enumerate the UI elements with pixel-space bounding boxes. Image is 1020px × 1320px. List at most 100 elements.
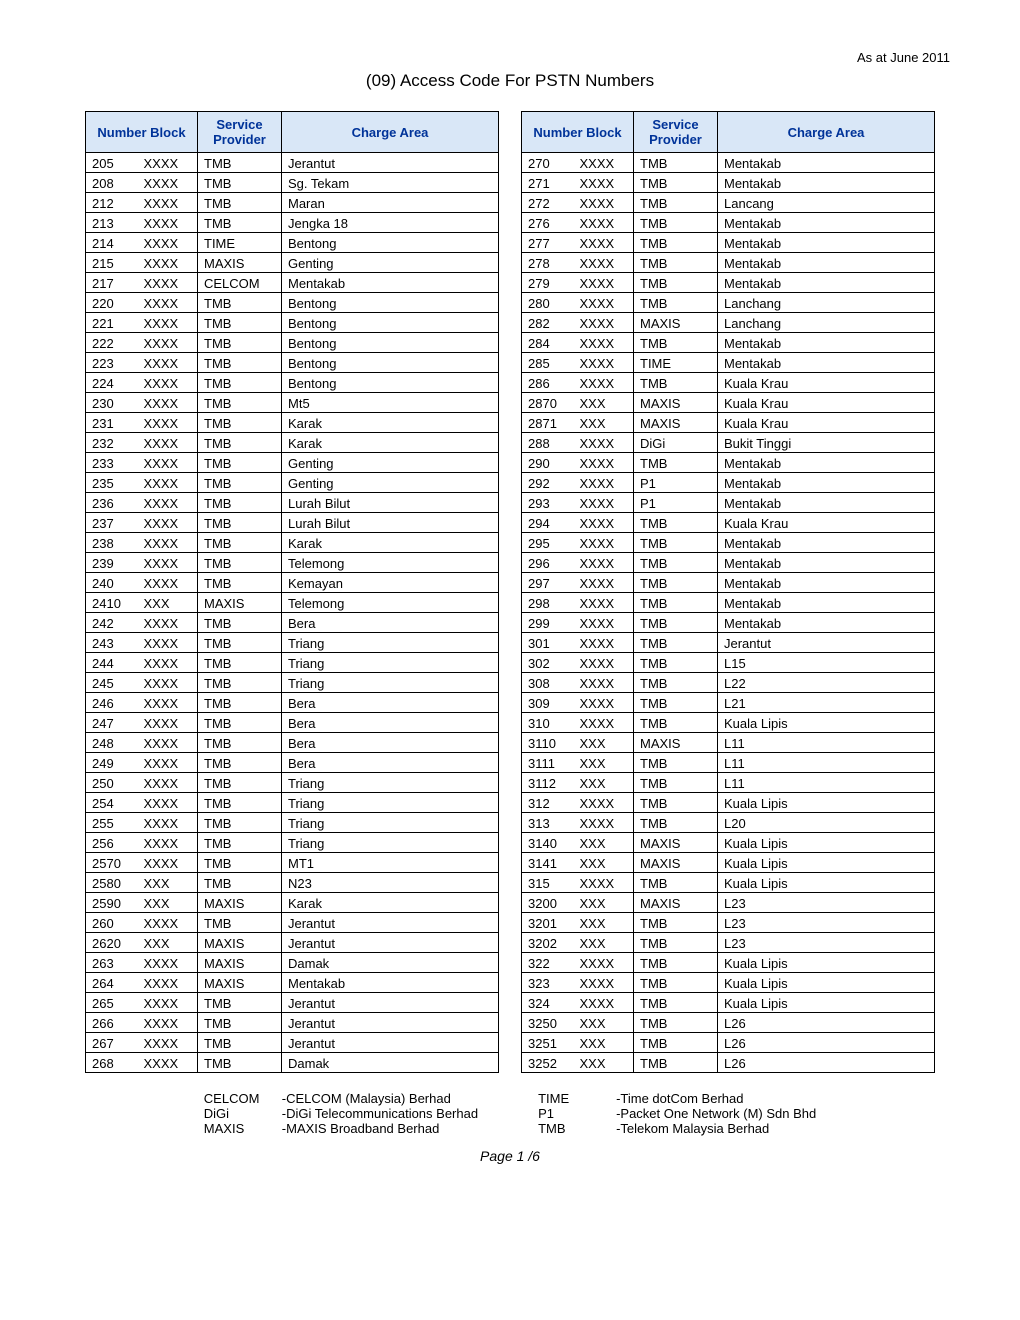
cell-number-suffix: XXXX [574,493,634,513]
cell-number-suffix: XXX [574,1053,634,1073]
cell-charge-area: Mentakab [718,213,935,233]
cell-charge-area: Mentakab [718,493,935,513]
cell-number-prefix: 260 [86,913,138,933]
table-row: 239XXXXTMBTelemong [86,553,499,573]
cell-number-prefix: 280 [522,293,574,313]
table-row: 3140XXXMAXISKuala Lipis [522,833,935,853]
cell-number-prefix: 285 [522,353,574,373]
cell-number-prefix: 308 [522,673,574,693]
cell-charge-area: Lurah Bilut [282,513,499,533]
cell-number-suffix: XXX [574,1013,634,1033]
cell-number-prefix: 297 [522,573,574,593]
cell-charge-area: Mentakab [718,333,935,353]
legend-left-col: CELCOM-CELCOM (Malaysia) BerhadDiGi-DiGi… [204,1091,478,1136]
table-row: 313XXXXTMBL20 [522,813,935,833]
legend-key: DiGi [204,1106,282,1121]
cell-service-provider: TMB [198,473,282,493]
cell-charge-area: Bentong [282,293,499,313]
cell-service-provider: TMB [634,293,718,313]
cell-charge-area: Karak [282,433,499,453]
cell-service-provider: TMB [198,293,282,313]
cell-number-suffix: XXXX [138,233,198,253]
cell-charge-area: L26 [718,1053,935,1073]
cell-number-suffix: XXXX [574,693,634,713]
cell-service-provider: TMB [198,533,282,553]
cell-number-prefix: 208 [86,173,138,193]
cell-number-prefix: 217 [86,273,138,293]
table-row: 2590XXXMAXISKarak [86,893,499,913]
table-row: 214XXXXTIMEBentong [86,233,499,253]
cell-number-suffix: XXXX [574,333,634,353]
cell-service-provider: TMB [634,973,718,993]
cell-number-prefix: 322 [522,953,574,973]
cell-number-suffix: XXXX [138,753,198,773]
cell-charge-area: Jerantut [718,633,935,653]
cell-charge-area: Triang [282,673,499,693]
cell-service-provider: TMB [198,653,282,673]
col-charge-area: Charge Area [718,112,935,153]
cell-service-provider: TMB [634,753,718,773]
tables-wrapper: Number Block Service Provider Charge Are… [70,111,950,1073]
cell-number-prefix: 224 [86,373,138,393]
cell-number-prefix: 254 [86,793,138,813]
cell-charge-area: Lancang [718,193,935,213]
cell-charge-area: Mentakab [718,533,935,553]
cell-number-prefix: 205 [86,153,138,173]
cell-service-provider: TMB [634,553,718,573]
cell-number-suffix: XXX [574,753,634,773]
cell-number-suffix: XXXX [138,613,198,633]
cell-charge-area: Kuala Lipis [718,833,935,853]
cell-service-provider: CELCOM [198,273,282,293]
table-row: 286XXXXTMBKuala Krau [522,373,935,393]
cell-charge-area: Genting [282,473,499,493]
table-row: 2410XXXMAXISTelemong [86,593,499,613]
cell-service-provider: TMB [198,493,282,513]
cell-service-provider: MAXIS [634,893,718,913]
cell-charge-area: Kuala Krau [718,393,935,413]
cell-charge-area: Bera [282,693,499,713]
table-row: 301XXXXTMBJerantut [522,633,935,653]
cell-number-prefix: 256 [86,833,138,853]
table-row: 295XXXXTMBMentakab [522,533,935,553]
cell-number-suffix: XXXX [574,533,634,553]
cell-number-suffix: XXXX [138,813,198,833]
cell-charge-area: Mentakab [718,573,935,593]
cell-service-provider: MAXIS [198,973,282,993]
table-row: 243XXXXTMBTriang [86,633,499,653]
cell-charge-area: Mentakab [718,173,935,193]
table-row: 264XXXXMAXISMentakab [86,973,499,993]
cell-service-provider: TMB [198,613,282,633]
cell-service-provider: TMB [634,913,718,933]
cell-number-prefix: 249 [86,753,138,773]
table-row: 284XXXXTMBMentakab [522,333,935,353]
table-row: 270XXXXTMBMentakab [522,153,935,173]
cell-number-suffix: XXXX [138,353,198,373]
table-row: 3251XXXTMBL26 [522,1033,935,1053]
cell-number-suffix: XXXX [574,473,634,493]
cell-number-prefix: 3112 [522,773,574,793]
table-row: 213XXXXTMBJengka 18 [86,213,499,233]
cell-number-prefix: 2871 [522,413,574,433]
cell-service-provider: P1 [634,493,718,513]
cell-charge-area: Lanchang [718,313,935,333]
cell-number-suffix: XXXX [138,333,198,353]
cell-charge-area: Damak [282,1053,499,1073]
cell-charge-area: Jerantut [282,933,499,953]
cell-charge-area: L20 [718,813,935,833]
cell-charge-area: Mentakab [718,273,935,293]
cell-number-suffix: XXXX [574,253,634,273]
cell-charge-area: L21 [718,693,935,713]
cell-service-provider: TMB [634,533,718,553]
legend-value: -CELCOM (Malaysia) Berhad [282,1091,451,1106]
cell-number-suffix: XXXX [574,873,634,893]
cell-service-provider: TMB [198,993,282,1013]
table-row: 323XXXXTMBKuala Lipis [522,973,935,993]
cell-number-suffix: XXXX [138,253,198,273]
legend-key: P1 [538,1106,616,1121]
legend-key: TIME [538,1091,616,1106]
col-number-block: Number Block [86,112,198,153]
cell-number-suffix: XXXX [138,493,198,513]
cell-number-suffix: XXXX [138,193,198,213]
cell-service-provider: TMB [634,213,718,233]
cell-service-provider: TMB [634,773,718,793]
